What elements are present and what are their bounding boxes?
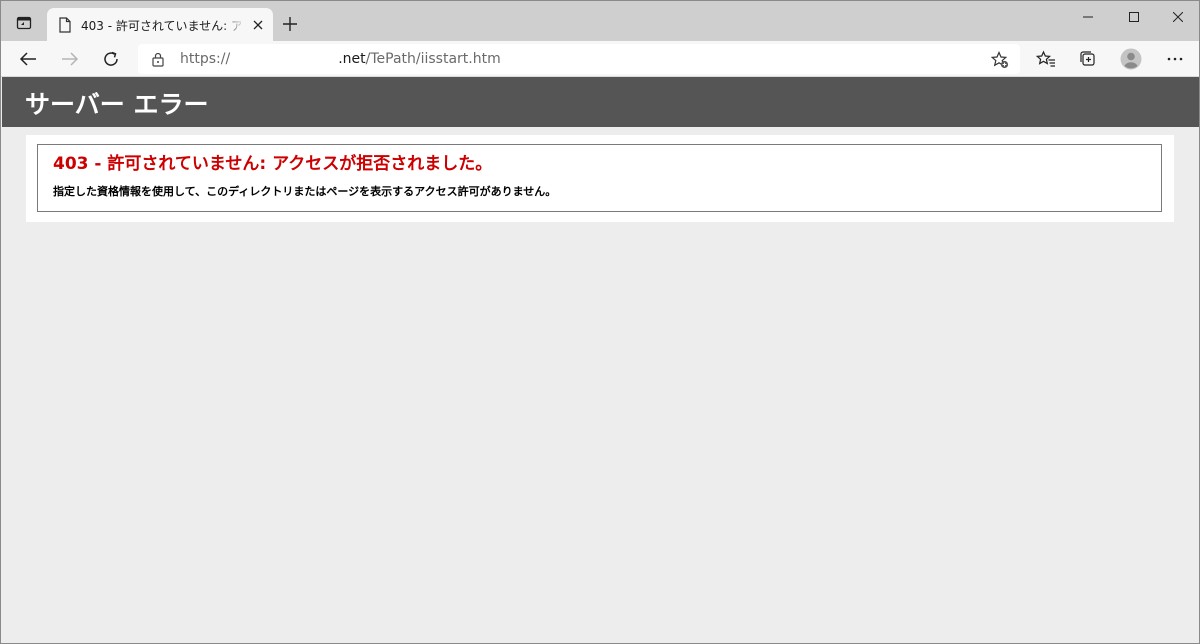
refresh-icon[interactable] — [97, 45, 125, 73]
url-host: .net — [338, 51, 366, 67]
page-header: サーバー エラー — [2, 77, 1199, 127]
page-viewport: サーバー エラー 403 - 許可されていません: アクセスが拒否されました。 … — [2, 77, 1199, 643]
lock-icon[interactable] — [151, 52, 165, 71]
document-icon — [58, 17, 72, 37]
tab-strip: 403 - 許可されていません: アクセスが — [1, 1, 1199, 41]
error-fieldset: 403 - 許可されていません: アクセスが拒否されました。 指定した資格情報を… — [37, 144, 1162, 212]
url-text: https:// .net/TePath/iisstart.htm — [180, 51, 501, 67]
forward-arrow-icon[interactable] — [56, 45, 84, 73]
back-arrow-icon[interactable] — [14, 45, 42, 73]
page-title: サーバー エラー — [25, 90, 209, 119]
maximize-button[interactable] — [1111, 1, 1157, 33]
tab-active[interactable]: 403 - 許可されていません: アクセスが — [47, 8, 273, 41]
star-plus-icon[interactable] — [989, 49, 1011, 71]
error-title: 403 - 許可されていません: アクセスが拒否されました。 — [53, 154, 493, 174]
collections-icon[interactable] — [1074, 45, 1102, 73]
address-bar[interactable]: https:// .net/TePath/iisstart.htm — [138, 44, 1020, 74]
more-icon[interactable] — [1161, 45, 1189, 73]
tab-title: 403 - 許可されていません: アクセスが — [81, 19, 241, 33]
close-icon[interactable] — [250, 17, 266, 33]
browser-toolbar: https:// .net/TePath/iisstart.htm — [1, 41, 1199, 77]
window-close-button[interactable] — [1155, 1, 1200, 33]
url-protocol: https:// — [180, 51, 231, 67]
error-message: 指定した資格情報を使用して、このディレクトリまたはページを表示するアクセス許可が… — [53, 185, 557, 198]
browser-window: 403 - 許可されていません: アクセスが — [0, 0, 1200, 644]
tab-title-fade — [223, 14, 245, 36]
content-panel: 403 - 許可されていません: アクセスが拒否されました。 指定した資格情報を… — [26, 135, 1174, 222]
minimize-button[interactable] — [1065, 1, 1111, 33]
profile-icon[interactable] — [1117, 45, 1145, 73]
plus-icon[interactable] — [279, 13, 301, 35]
url-path: /TePath/iisstart.htm — [365, 51, 501, 67]
favorites-icon[interactable] — [1032, 45, 1060, 73]
tab-actions-icon[interactable] — [9, 8, 39, 38]
